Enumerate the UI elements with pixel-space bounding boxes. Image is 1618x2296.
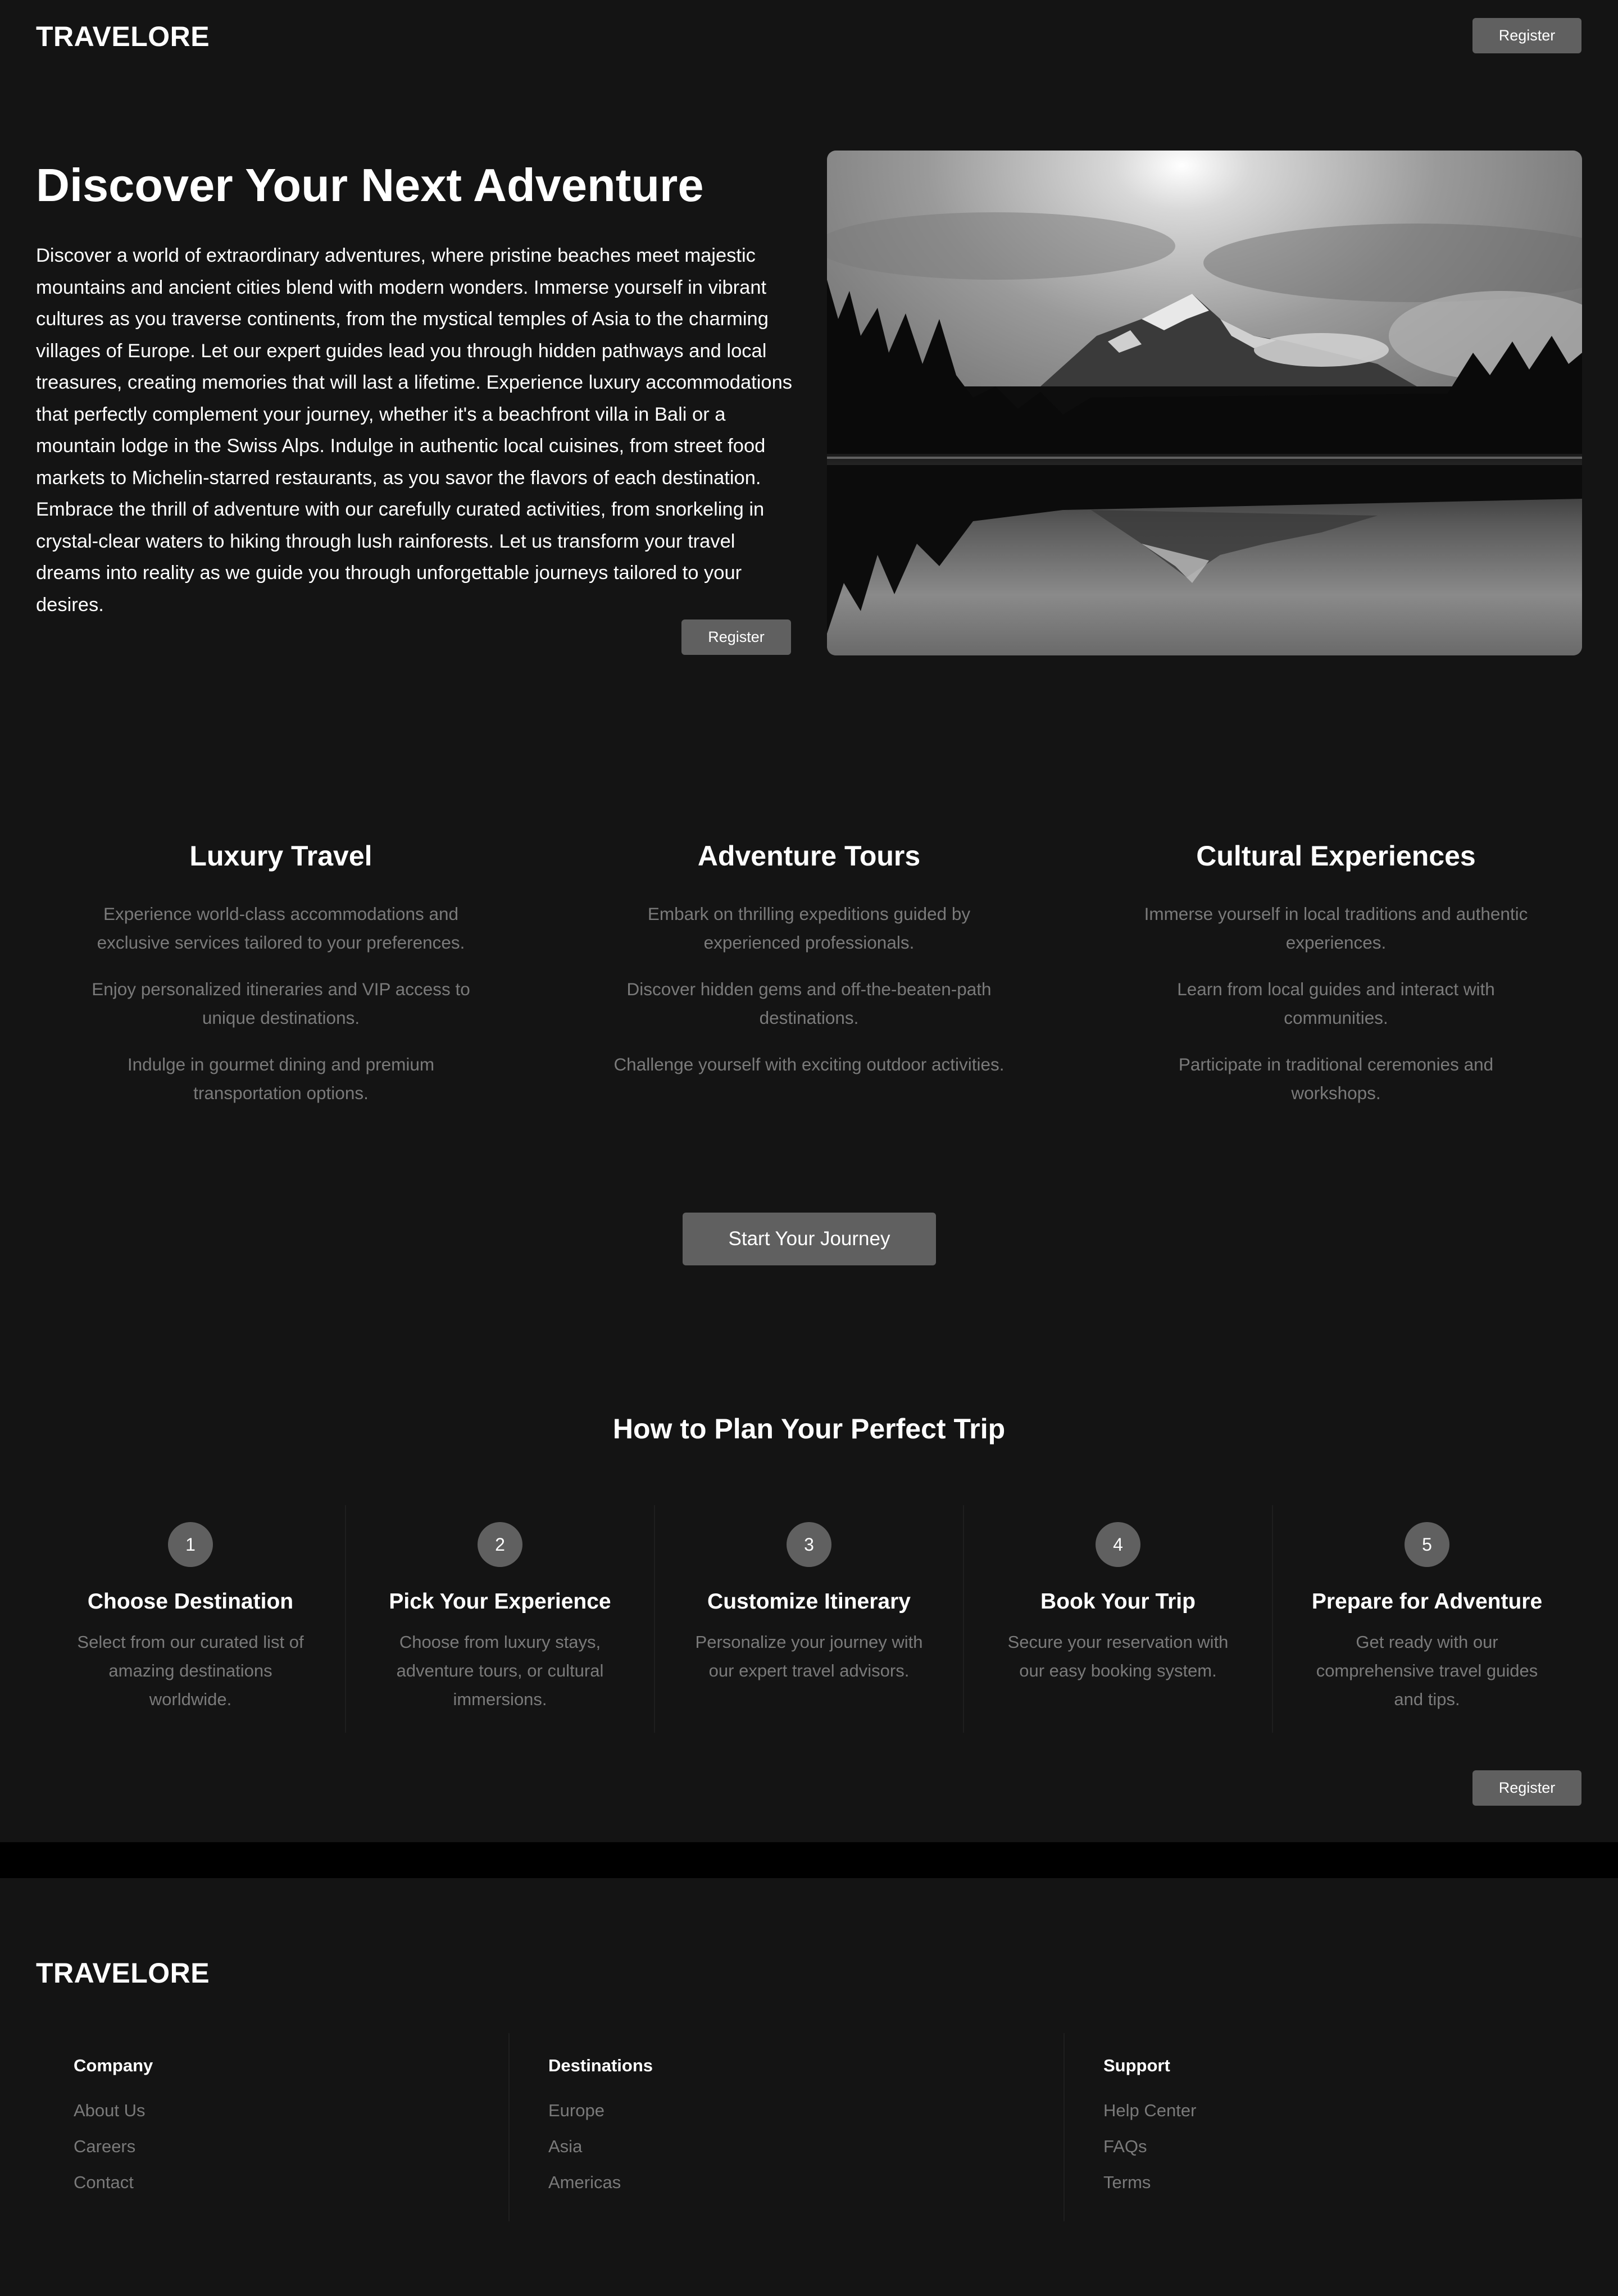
footer-column-title: Destinations <box>548 2056 653 2075</box>
footer-column-title: Company <box>74 2056 153 2075</box>
step-number-badge: 2 <box>478 1522 522 1567</box>
footer-column-company: Company About Us Careers Contact <box>74 2033 153 2221</box>
step-description: Select from our curated list of amazing … <box>77 1632 304 1709</box>
step-card: 5 Prepare for Adventure Get ready with o… <box>1272 1504 1581 1734</box>
footer-divider <box>508 2033 510 2221</box>
start-journey-button[interactable]: Start Your Journey <box>683 1213 936 1265</box>
feature-item: Enjoy personalized itineraries and VIP a… <box>92 979 470 1028</box>
feature-title: Cultural Experiences <box>1196 840 1476 872</box>
steps-section-title: How to Plan Your Perfect Trip <box>612 1413 1006 1445</box>
hero-description: Discover a world of extraordinary advent… <box>36 245 793 616</box>
feature-item: Learn from local guides and interact wit… <box>1177 979 1495 1028</box>
step-number-badge: 1 <box>168 1522 213 1567</box>
register-button-steps[interactable]: Register <box>1472 1770 1581 1806</box>
hero-title: Discover Your Next Adventure <box>36 159 704 211</box>
footer <box>0 1878 1618 2296</box>
feature-adventure-tours: Adventure Tours Embark on thrilling expe… <box>556 839 1062 1097</box>
footer-column-support: Support Help Center FAQs Terms <box>1103 2033 1196 2221</box>
step-title: Choose Destination <box>87 1589 294 1614</box>
step-description: Personalize your journey with our expert… <box>695 1632 923 1680</box>
step-description: Choose from luxury stays, adventure tour… <box>396 1632 604 1709</box>
step-title: Prepare for Adventure <box>1311 1589 1543 1614</box>
feature-item: Indulge in gourmet dining and premium tr… <box>127 1054 435 1103</box>
feature-cultural-experiences: Cultural Experiences Immerse yourself in… <box>1083 839 1589 1126</box>
site-logo[interactable]: TRAVELORE <box>36 20 210 53</box>
feature-item: Immerse yourself in local traditions and… <box>1144 904 1528 953</box>
step-description: Get ready with our comprehensive travel … <box>1316 1632 1538 1709</box>
step-title: Customize Itinerary <box>707 1589 911 1614</box>
footer-logo[interactable]: TRAVELORE <box>36 1957 210 1989</box>
footer-link[interactable]: Careers <box>74 2136 153 2157</box>
footer-link[interactable]: Europe <box>548 2101 653 2121</box>
footer-link[interactable]: Americas <box>548 2172 653 2193</box>
footer-divider <box>1063 2033 1065 2221</box>
feature-item: Embark on thrilling expeditions guided b… <box>647 904 971 953</box>
feature-title: Adventure Tours <box>697 840 921 872</box>
footer-link[interactable]: Help Center <box>1103 2101 1196 2121</box>
register-button-hero[interactable]: Register <box>681 619 791 655</box>
footer-column-title: Support <box>1103 2056 1170 2075</box>
step-number-badge: 5 <box>1405 1522 1449 1567</box>
step-number-badge: 4 <box>1096 1522 1140 1567</box>
feature-title: Luxury Travel <box>189 840 372 872</box>
step-card: 3 Customize Itinerary Personalize your j… <box>655 1504 963 1734</box>
feature-item: Experience world-class accommodations an… <box>97 904 465 953</box>
feature-item: Participate in traditional ceremonies an… <box>1178 1054 1494 1103</box>
footer-link[interactable]: FAQs <box>1103 2136 1196 2157</box>
footer-link[interactable]: Terms <box>1103 2172 1196 2193</box>
step-description: Secure your reservation with our easy bo… <box>1007 1632 1229 1680</box>
footer-link[interactable]: Asia <box>548 2136 653 2157</box>
footer-column-destinations: Destinations Europe Asia Americas <box>548 2033 653 2221</box>
feature-luxury-travel: Luxury Travel Experience world-class acc… <box>28 839 534 1126</box>
footer-link[interactable]: About Us <box>74 2101 153 2121</box>
section-divider-band <box>0 1842 1618 1878</box>
feature-item: Discover hidden gems and off-the-beaten-… <box>626 979 992 1028</box>
register-button-header[interactable]: Register <box>1472 18 1581 53</box>
step-title: Pick Your Experience <box>389 1589 611 1614</box>
footer-link[interactable]: Contact <box>74 2172 153 2193</box>
step-card: 4 Book Your Trip Secure your reservation… <box>963 1504 1272 1734</box>
step-title: Book Your Trip <box>1040 1589 1196 1614</box>
step-number-badge: 3 <box>787 1522 831 1567</box>
step-card: 2 Pick Your Experience Choose from luxur… <box>346 1504 655 1734</box>
step-card: 1 Choose Destination Select from our cur… <box>36 1504 345 1734</box>
hero-image-mountain-lake <box>827 151 1582 655</box>
feature-item: Challenge yourself with exciting outdoor… <box>613 1054 1005 1074</box>
